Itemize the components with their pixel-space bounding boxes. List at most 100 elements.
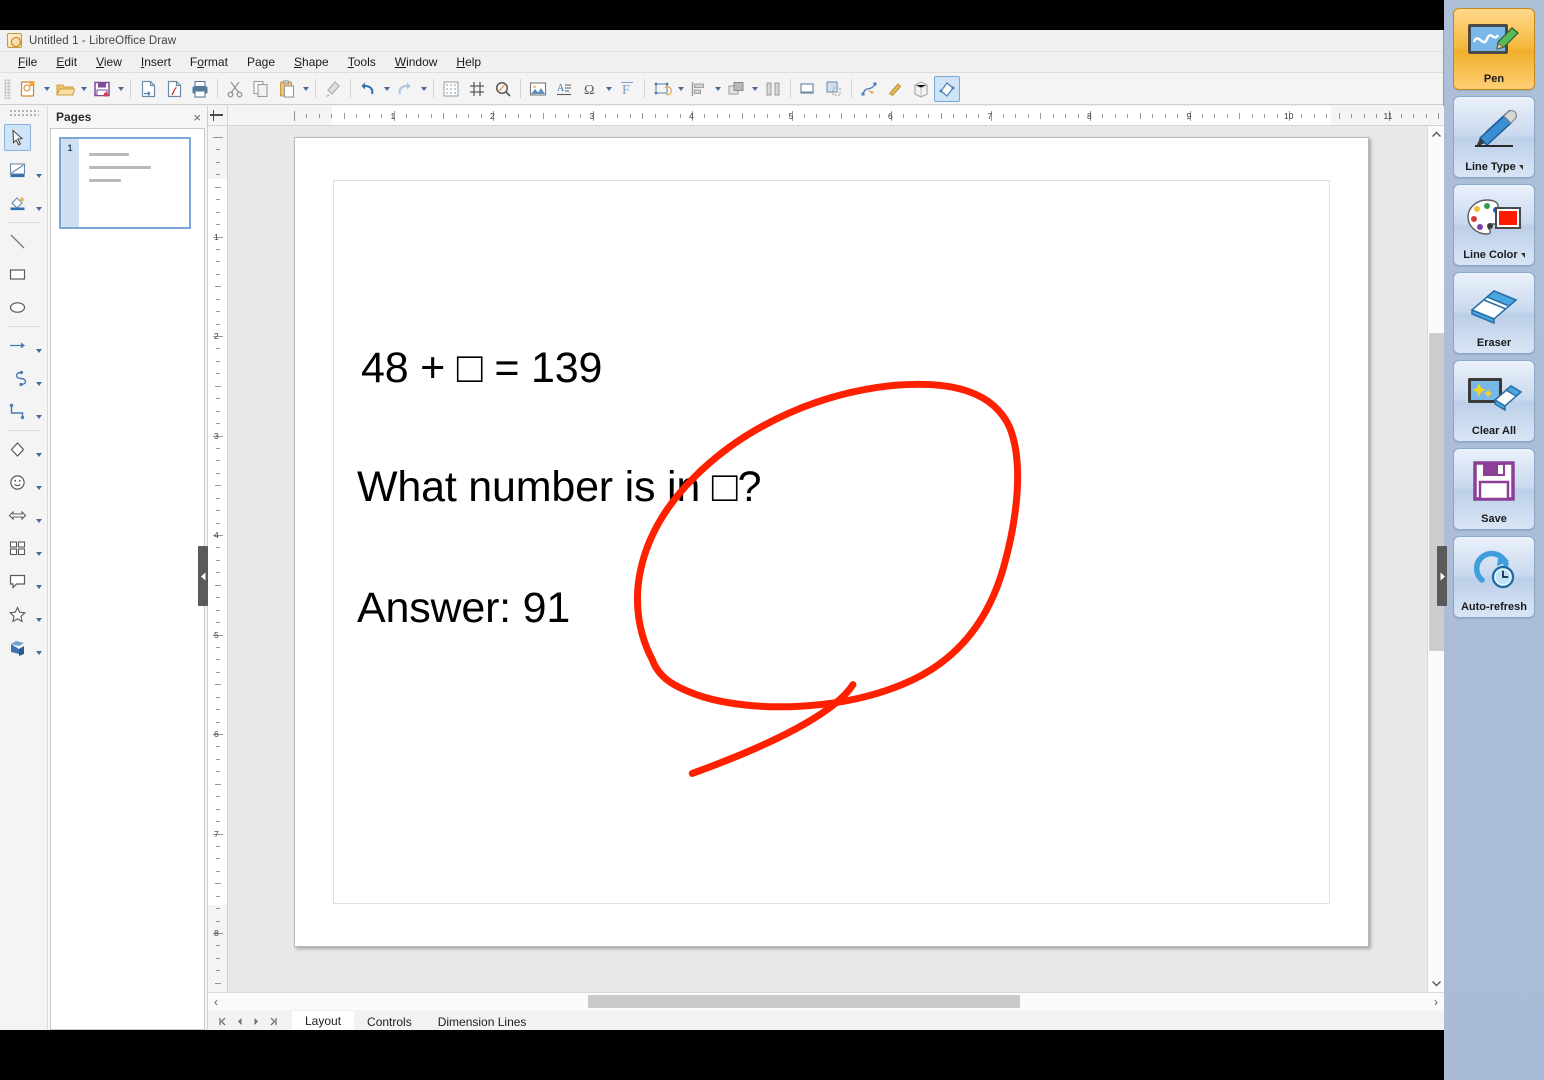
new-doc-icon[interactable] [15,76,41,102]
curve-tool-icon[interactable] [4,365,31,392]
special-character-dropdown-icon[interactable] [603,76,614,102]
block-arrows-caret-icon[interactable] [35,519,42,523]
insert-text-box-icon[interactable]: A [551,76,577,102]
print-icon[interactable] [187,76,213,102]
save-button[interactable]: Save [1453,448,1535,530]
pen-button[interactable]: Pen [1453,8,1535,90]
save-doc-icon[interactable] [89,76,115,102]
export-pdf-icon[interactable] [161,76,187,102]
menu-page[interactable]: Page [238,53,285,71]
redo-icon[interactable] [392,76,418,102]
paste-icon[interactable] [274,76,300,102]
menu-tools[interactable]: Tools [339,53,386,71]
transformations-dropdown-icon[interactable] [675,76,686,102]
align-objects-icon[interactable] [686,76,712,102]
curve-caret-icon[interactable] [35,382,42,386]
select-tool-icon[interactable] [3,124,31,151]
3d-objects-tool-icon[interactable] [4,634,31,661]
close-icon[interactable]: × [193,111,201,124]
menu-edit[interactable]: Edit [47,53,87,71]
distribute-icon[interactable] [760,76,786,102]
basic-shapes-caret-icon[interactable] [35,453,42,457]
menu-view[interactable]: View [87,53,132,71]
open-doc-icon[interactable] [52,76,78,102]
zoom-pan-caret-icon[interactable] [35,174,42,178]
clone-formatting-icon[interactable] [320,76,346,102]
horizontal-scrollbar-thumb[interactable] [588,995,1020,1008]
horizontal-scrollbar[interactable]: ‹ › [208,992,1444,1010]
menu-insert[interactable]: Insert [132,53,181,71]
rectangle-tool-icon[interactable] [4,261,31,288]
stars-tool-icon[interactable] [4,601,31,628]
callout-tool-icon[interactable] [4,568,31,595]
insert-fontwork-icon[interactable]: F [614,76,640,102]
collapse-left-panel-handle[interactable] [198,546,208,606]
canvas-viewport[interactable]: 48 + □ = 139 What number is in □? Answer… [228,126,1427,992]
points-icon[interactable] [856,76,882,102]
line-tool-icon[interactable] [4,228,31,255]
cut-icon[interactable] [222,76,248,102]
line-type-button[interactable]: Line Type [1453,96,1535,178]
arrange-icon[interactable] [723,76,749,102]
crop-image-icon[interactable] [821,76,847,102]
new-doc-dropdown-icon[interactable] [41,76,52,102]
auto-refresh-button[interactable]: Auto-refresh [1453,536,1535,618]
scroll-left-icon[interactable]: ‹ [208,993,224,1010]
undo-icon[interactable] [355,76,381,102]
fill-color-tool-icon[interactable] [4,190,31,217]
undo-dropdown-icon[interactable] [381,76,392,102]
toolrail-grip[interactable] [8,109,39,117]
flowchart-caret-icon[interactable] [35,552,42,556]
collapse-right-panel-handle[interactable] [1437,546,1447,606]
red-circle-annotation[interactable] [295,138,1368,946]
ruler-corner[interactable] [208,106,228,126]
stars-caret-icon[interactable] [35,618,42,622]
pages-list[interactable]: 1 [50,128,205,1030]
menu-help[interactable]: Help [447,53,491,71]
insert-special-character-icon[interactable]: Ω [577,76,603,102]
flowchart-tool-icon[interactable] [4,535,31,562]
menu-shape[interactable]: Shape [285,53,339,71]
vertical-ruler[interactable]: 12345678 [208,126,228,992]
export-doc-icon[interactable] [135,76,161,102]
basic-shapes-tool-icon[interactable] [4,436,31,463]
clear-all-button[interactable]: Clear All [1453,360,1535,442]
save-doc-dropdown-icon[interactable] [115,76,126,102]
symbol-shapes-caret-icon[interactable] [35,486,42,490]
first-page-button[interactable] [214,1012,231,1030]
connector-tool-icon[interactable] [4,398,31,425]
snap-to-grid-icon[interactable] [464,76,490,102]
glue-points-icon[interactable] [882,76,908,102]
lines-and-arrows-caret-icon[interactable] [35,349,42,353]
eraser-button[interactable]: Eraser [1453,272,1535,354]
block-arrows-tool-icon[interactable] [4,502,31,529]
zoom-icon[interactable] [490,76,516,102]
display-grid-icon[interactable] [438,76,464,102]
ellipse-tool-icon[interactable] [4,294,31,321]
transformations-icon[interactable] [649,76,675,102]
3d-objects-caret-icon[interactable] [35,651,42,655]
drawing-page[interactable]: 48 + □ = 139 What number is in □? Answer… [294,137,1369,947]
tab-layout[interactable]: Layout [292,1010,355,1032]
arrange-dropdown-icon[interactable] [749,76,760,102]
menu-format[interactable]: Format [181,53,238,71]
toolbar-grip[interactable] [4,78,11,99]
menu-window[interactable]: Window [386,53,448,71]
shadow-icon[interactable] [795,76,821,102]
insert-image-icon[interactable] [525,76,551,102]
previous-page-button[interactable] [231,1012,248,1030]
page-thumbnail-1[interactable]: 1 [59,137,191,229]
scroll-down-icon[interactable] [1428,975,1445,992]
align-objects-dropdown-icon[interactable] [712,76,723,102]
redo-dropdown-icon[interactable] [418,76,429,102]
toggle-extrusion-icon[interactable] [908,76,934,102]
scroll-right-icon[interactable]: › [1428,993,1444,1010]
last-page-button[interactable] [265,1012,282,1030]
tab-controls[interactable]: Controls [354,1012,425,1031]
copy-icon[interactable] [248,76,274,102]
next-page-button[interactable] [248,1012,265,1030]
lines-and-arrows-tool-icon[interactable] [4,332,31,359]
symbol-shapes-tool-icon[interactable] [4,469,31,496]
tab-dimension-lines[interactable]: Dimension Lines [425,1012,540,1031]
show-draw-functions-icon[interactable] [934,75,960,102]
